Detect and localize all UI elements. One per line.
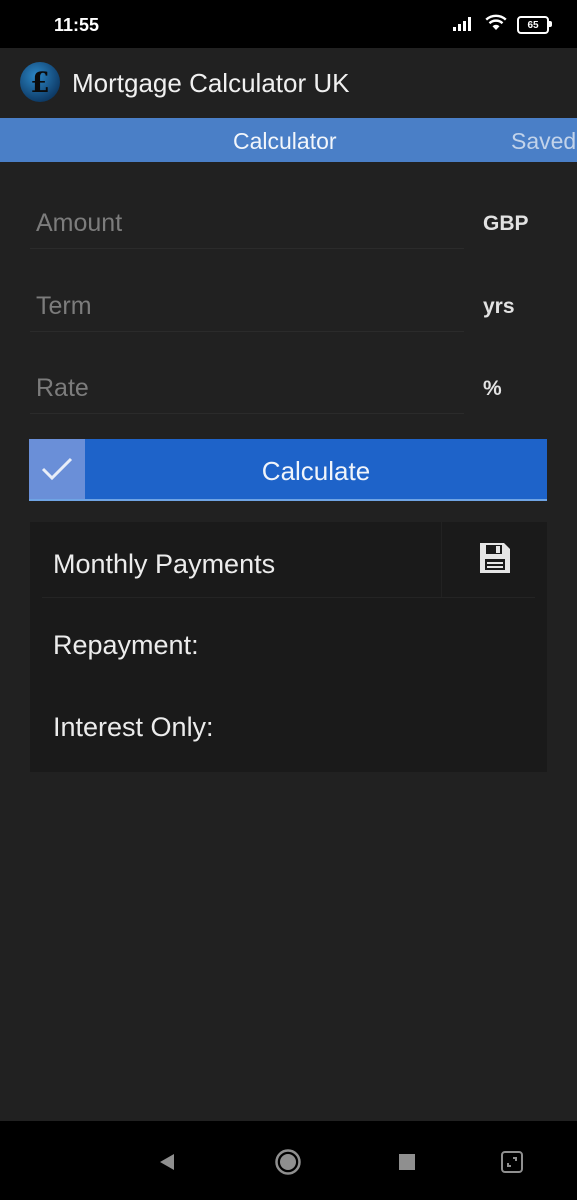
app-logo-icon: £	[20, 62, 60, 102]
term-unit: yrs	[483, 295, 515, 318]
recents-icon[interactable]	[390, 1145, 424, 1179]
status-bar: 11:55 65	[0, 0, 577, 48]
back-icon[interactable]	[150, 1145, 184, 1179]
results-card: Monthly Payments Repayment: Interest Onl…	[30, 522, 547, 772]
signal-icon	[453, 15, 475, 36]
wifi-icon	[485, 14, 507, 36]
amount-input[interactable]	[30, 198, 464, 248]
save-button[interactable]	[441, 522, 548, 598]
app-bar: £ Mortgage Calculator UK	[0, 48, 577, 118]
interest-only-label: Interest Only:	[53, 712, 214, 742]
home-icon[interactable]	[271, 1145, 305, 1179]
tab-bar: Calculator Saved	[0, 118, 577, 162]
monthly-payments-title: Monthly Payments	[53, 549, 276, 579]
repayment-label: Repayment:	[53, 630, 199, 660]
amount-field-wrapper	[30, 198, 464, 249]
rate-unit: %	[483, 377, 502, 400]
term-input[interactable]	[30, 281, 464, 331]
screenshot-icon[interactable]	[495, 1145, 529, 1179]
amount-unit: GBP	[483, 212, 529, 235]
save-icon	[477, 540, 513, 581]
rate-field-wrapper	[30, 363, 464, 414]
status-icons: 65	[453, 14, 552, 36]
calculate-button[interactable]: Calculate	[29, 439, 547, 501]
status-time: 11:55	[54, 15, 100, 35]
tab-calculator[interactable]: Calculator	[233, 128, 337, 155]
battery-icon: 65	[517, 16, 552, 34]
term-field-wrapper	[30, 281, 464, 332]
app-title: Mortgage Calculator UK	[72, 68, 350, 98]
calculate-button-label: Calculate	[261, 456, 371, 486]
results-divider	[42, 597, 535, 598]
checkmark-icon	[29, 439, 85, 499]
navigation-bar	[0, 1121, 577, 1200]
tab-saved[interactable]: Saved	[511, 128, 576, 155]
rate-input[interactable]	[30, 363, 464, 413]
